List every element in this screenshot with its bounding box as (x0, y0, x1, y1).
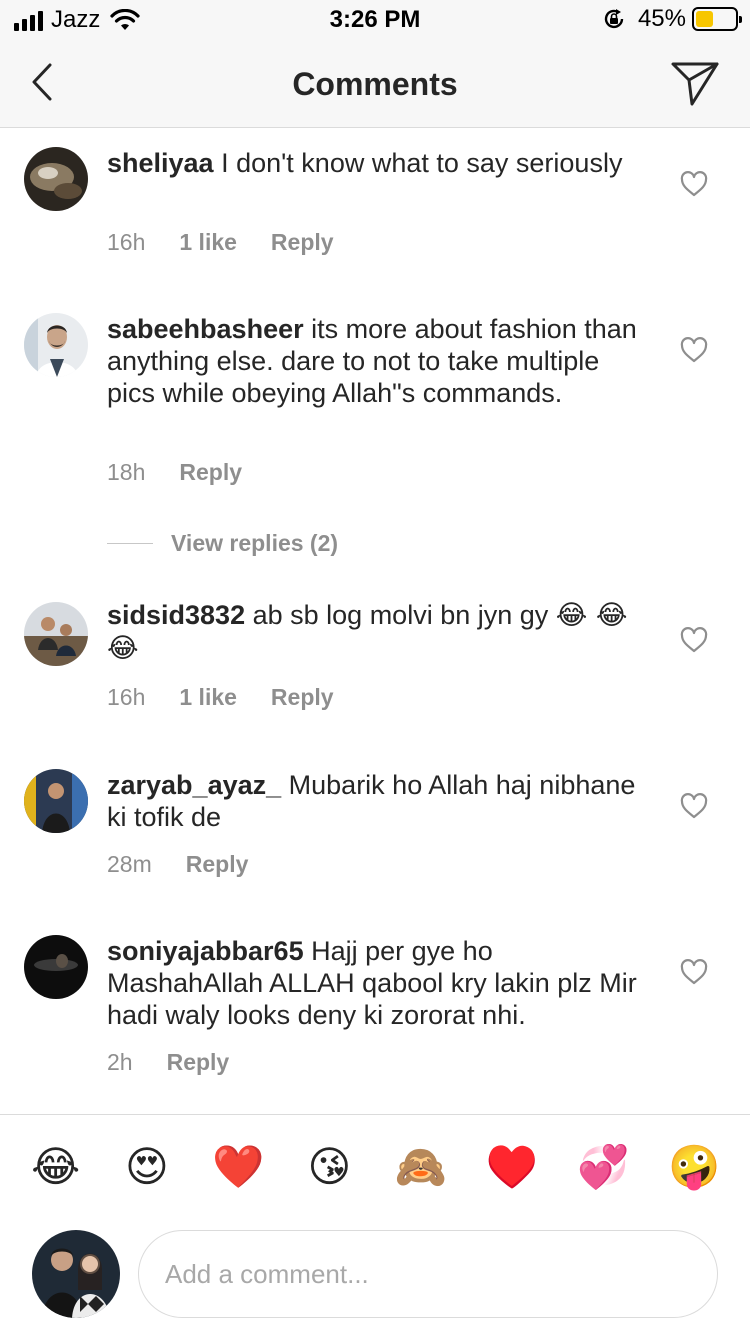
avatar-image (24, 313, 88, 377)
status-right: 45% (602, 5, 742, 32)
comment-composer (0, 1218, 750, 1334)
reply-button[interactable]: Reply (179, 458, 242, 486)
comment-meta: 18h Reply (107, 458, 242, 486)
rotation-lock-icon (604, 9, 624, 29)
heart-icon[interactable] (680, 627, 708, 653)
avatar[interactable] (24, 769, 88, 833)
comment-text: sheliyaa I don't know what to say seriou… (107, 147, 637, 179)
replies-divider (107, 543, 153, 544)
comment-content: I don't know what to say seriously (221, 148, 623, 178)
comment-meta: 2h Reply (107, 1048, 229, 1076)
avatar-image (24, 769, 88, 833)
comment-text: soniyajabbar65 Hajj per gye ho MashahAll… (107, 935, 637, 1031)
emoji-see-no-evil[interactable]: 🙈 (394, 1141, 446, 1193)
emoji-red-heart[interactable]: ❤️ (212, 1141, 264, 1193)
comment-username[interactable]: sidsid3832 (107, 600, 245, 630)
comment-text: sidsid3832 ab sb log molvi bn jyn gy 😂 😂… (107, 599, 637, 665)
battery-icon (692, 7, 742, 31)
emoji-heart-suit[interactable]: ♥️ (486, 1141, 538, 1193)
avatar[interactable] (24, 313, 88, 377)
heart-icon[interactable] (680, 793, 708, 819)
comment-time: 18h (107, 459, 146, 485)
emoji-tears-of-joy[interactable]: 😂 (30, 1141, 82, 1193)
comment-input[interactable] (138, 1230, 718, 1318)
emoji-bar: 😂 😍 ❤️ 😘 🙈 ♥️ 💞 🤪 (0, 1114, 750, 1218)
heart-icon[interactable] (680, 959, 708, 985)
emoji-revolving-hearts[interactable]: 💞 (577, 1141, 629, 1193)
heart-icon[interactable] (680, 171, 708, 197)
avatar-image (24, 147, 88, 211)
comment-meta: 28m Reply (107, 850, 248, 878)
avatar-image (24, 602, 88, 666)
comment-meta: 16h 1 like Reply (107, 228, 334, 256)
comment-text: sabeehbasheer its more about fashion tha… (107, 313, 637, 409)
comment-username[interactable]: sheliyaa (107, 148, 214, 178)
view-replies-button[interactable]: View replies (2) (107, 530, 338, 557)
avatar[interactable] (24, 147, 88, 211)
comment-username[interactable]: soniyajabbar65 (107, 936, 304, 966)
comment-time: 28m (107, 851, 152, 877)
page-title: Comments (292, 66, 458, 102)
battery-fill (696, 11, 714, 27)
reply-button[interactable]: Reply (167, 1048, 230, 1076)
reply-button[interactable]: Reply (271, 228, 334, 256)
avatar (32, 1230, 120, 1318)
comment-username[interactable]: zaryab_ayaz_ (107, 770, 281, 800)
comment-time: 16h (107, 684, 146, 710)
comment-time: 2h (107, 1049, 133, 1075)
heart-icon[interactable] (680, 337, 708, 363)
avatar-image (32, 1230, 120, 1318)
comment-likes[interactable]: 1 like (179, 683, 237, 711)
paper-plane-icon[interactable] (670, 58, 720, 108)
emoji-blowing-kiss[interactable]: 😘 (303, 1141, 355, 1193)
view-replies-label: View replies (2) (171, 530, 339, 556)
comment-text: zaryab_ayaz_ Mubarik ho Allah haj nibhan… (107, 769, 637, 833)
nav-bar: Comments (0, 40, 750, 128)
comment-content: ab sb log molvi bn jyn gy (252, 600, 549, 630)
comment-likes[interactable]: 1 like (179, 228, 237, 256)
avatar[interactable] (24, 935, 88, 999)
comment-username[interactable]: sabeehbasheer (107, 314, 304, 344)
emoji-heart-eyes[interactable]: 😍 (121, 1141, 173, 1193)
reply-button[interactable]: Reply (271, 683, 334, 711)
emoji-zany-face[interactable]: 🤪 (668, 1141, 720, 1193)
avatar[interactable] (24, 602, 88, 666)
reply-button[interactable]: Reply (186, 850, 249, 878)
battery-percent: 45% (637, 5, 686, 32)
status-bar: Jazz 3:26 PM 45% (0, 0, 750, 40)
comment-time: 16h (107, 229, 146, 255)
avatar-image (24, 935, 88, 999)
comment-meta: 16h 1 like Reply (107, 683, 334, 711)
